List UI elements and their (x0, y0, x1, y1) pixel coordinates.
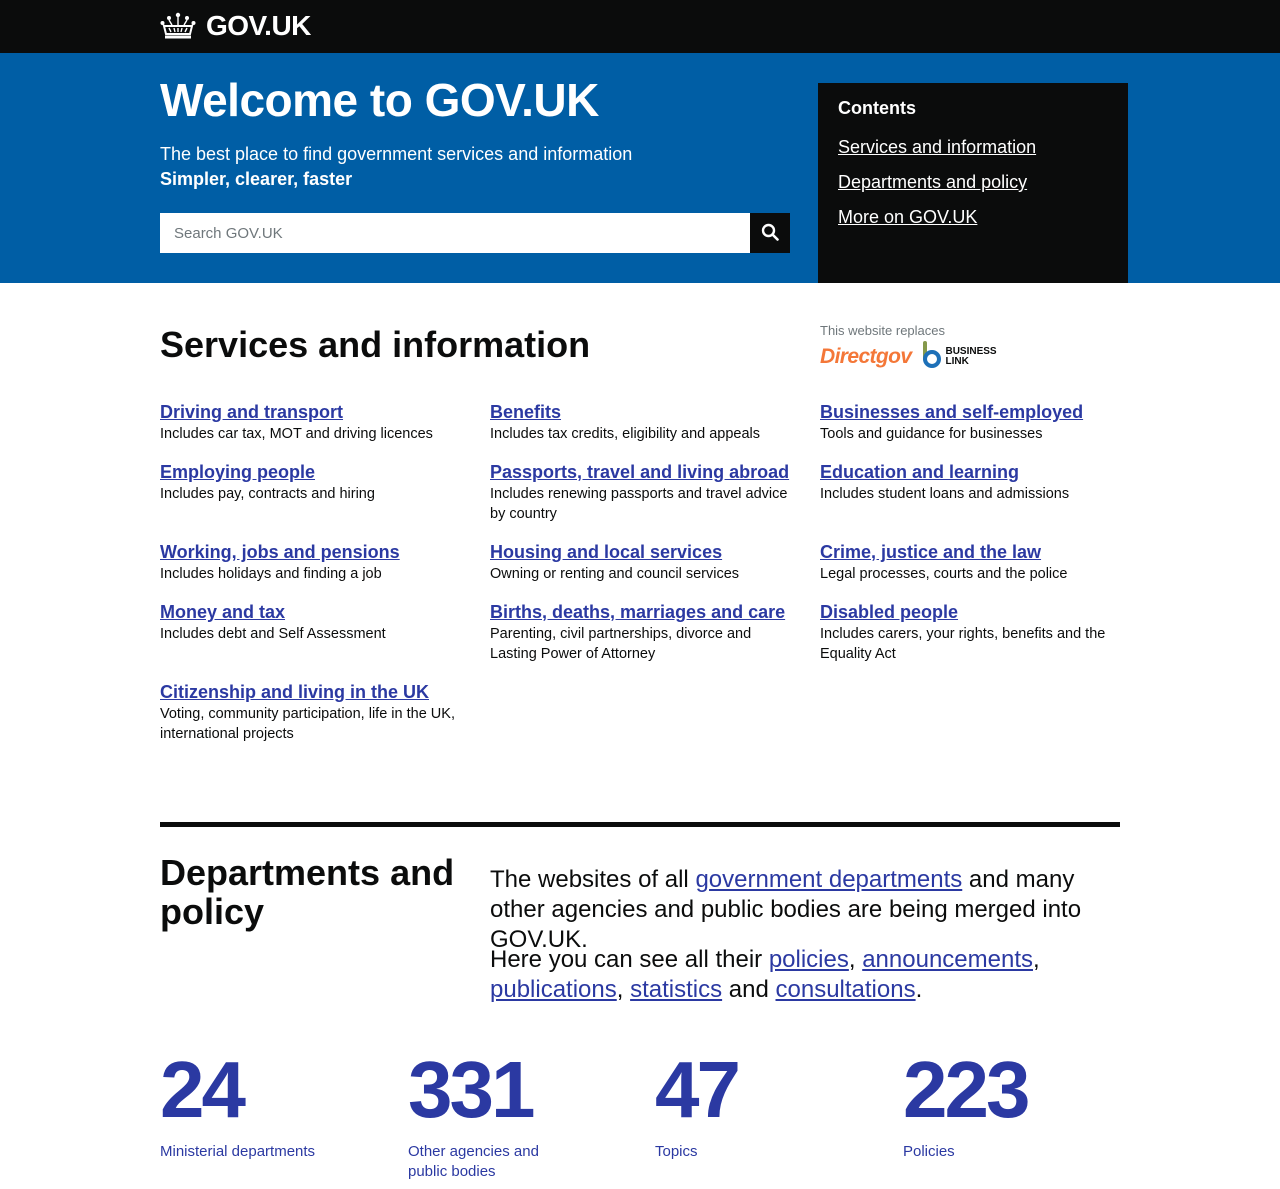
stat-number: 331 (408, 1045, 535, 1134)
service-link[interactable]: Employing people (160, 461, 460, 483)
service-desc: Includes carers, your rights, benefits a… (820, 626, 1106, 662)
search-input[interactable] (160, 213, 750, 253)
site-header: GOV.UK (0, 0, 1280, 53)
stat-label: Policies (903, 1143, 955, 1160)
page-title: Welcome to GOV.UK (160, 74, 599, 126)
service-desc: Tools and guidance for businesses (820, 426, 1043, 442)
service-link[interactable]: Housing and local services (490, 541, 790, 563)
section-divider (160, 822, 1120, 827)
service-link[interactable]: Driving and transport (160, 401, 460, 423)
stat-ministerial-departments[interactable]: 24 Ministerial departments (160, 1050, 360, 1162)
hero-subtitle: The best place to find government servic… (160, 144, 633, 164)
service-desc: Includes pay, contracts and hiring (160, 486, 375, 502)
business-link-mark-icon (921, 340, 943, 374)
service-desc: Legal processes, courts and the police (820, 566, 1068, 582)
business-link-logo: BUSINESS LINK (921, 340, 997, 374)
hero-tagline: Simpler, clearer, faster (160, 169, 353, 189)
replaces-label: This website replaces (820, 323, 945, 338)
service-desc: Includes student loans and admissions (820, 486, 1070, 502)
stat-label: Topics (655, 1143, 698, 1160)
service-link[interactable]: Births, deaths, marriages and care (490, 601, 790, 623)
stat-policies[interactable]: 223 Policies (903, 1050, 1103, 1162)
departments-heading: Departments and policy (160, 852, 455, 932)
service-item: Driving and transport Includes car tax, … (160, 401, 460, 444)
stat-topics[interactable]: 47 Topics (655, 1050, 855, 1162)
service-desc: Includes car tax, MOT and driving licenc… (160, 426, 433, 442)
search-form (160, 213, 790, 253)
service-desc: Includes debt and Self Assessment (160, 626, 386, 642)
service-link[interactable]: Citizenship and living in the UK (160, 681, 460, 703)
service-item: Crime, justice and the law Legal process… (820, 541, 1120, 584)
services-heading: Services and information (160, 324, 591, 365)
service-link[interactable]: Disabled people (820, 601, 1120, 623)
logo-text: GOV.UK (206, 10, 311, 41)
service-item: Passports, travel and living abroad Incl… (490, 461, 790, 524)
service-desc: Owning or renting and council services (490, 566, 740, 582)
service-link[interactable]: Businesses and self-employed (820, 401, 1120, 423)
service-item: Births, deaths, marriages and care Paren… (490, 601, 790, 664)
service-item: Citizenship and living in the UK Voting,… (160, 681, 460, 744)
service-item: Education and learning Includes student … (820, 461, 1120, 504)
contents-link-services[interactable]: Services and information (838, 136, 1108, 158)
govuk-logo-link[interactable]: GOV.UK (160, 10, 311, 42)
stat-other-agencies[interactable]: 331 Other agencies and public bodies (408, 1050, 568, 1182)
directgov-logo: Directgov (820, 345, 912, 368)
stat-number: 223 (903, 1045, 1030, 1134)
service-link[interactable]: Benefits (490, 401, 790, 423)
consultations-link[interactable]: consultations (776, 976, 916, 1003)
stat-number: 47 (655, 1045, 741, 1134)
service-link[interactable]: Working, jobs and pensions (160, 541, 460, 563)
service-item: Working, jobs and pensions Includes holi… (160, 541, 460, 584)
service-desc: Includes renewing passports and travel a… (490, 486, 788, 522)
statistics-link[interactable]: statistics (630, 976, 722, 1003)
service-item: Employing people Includes pay, contracts… (160, 461, 460, 504)
service-desc: Includes holidays and finding a job (160, 566, 382, 582)
service-desc: Voting, community participation, life in… (160, 706, 455, 742)
service-item: Benefits Includes tax credits, eligibili… (490, 401, 790, 444)
service-desc: Includes tax credits, eligibility and ap… (490, 426, 761, 442)
stat-label: Ministerial departments (160, 1143, 316, 1160)
departments-intro: The websites of all government departmen… (490, 866, 1082, 953)
hero-banner: Welcome to GOV.UK The best place to find… (0, 53, 1280, 283)
service-link[interactable]: Passports, travel and living abroad (490, 461, 790, 483)
contents-title: Contents (838, 98, 916, 118)
contents-link-more[interactable]: More on GOV.UK (838, 206, 1108, 228)
publications-link[interactable]: publications (490, 976, 617, 1003)
service-desc: Parenting, civil partnerships, divorce a… (490, 626, 752, 662)
announcements-link[interactable]: announcements (862, 946, 1033, 973)
stat-number: 24 (160, 1045, 246, 1134)
contents-link-departments[interactable]: Departments and policy (838, 171, 1108, 193)
service-item: Businesses and self-employed Tools and g… (820, 401, 1120, 444)
policies-link[interactable]: policies (769, 946, 849, 973)
stat-label: Other agencies and public bodies (408, 1143, 539, 1180)
contents-panel: Contents Services and information Depart… (818, 83, 1128, 283)
search-icon (761, 223, 779, 244)
crown-icon (160, 12, 196, 40)
service-link[interactable]: Education and learning (820, 461, 1120, 483)
replaced-sites-logos: Directgov BUSINESS LINK (820, 340, 997, 374)
government-departments-link[interactable]: government departments (695, 866, 962, 893)
search-button[interactable] (750, 213, 790, 253)
departments-links-paragraph: Here you can see all their policies, ann… (490, 946, 1040, 1003)
service-item: Money and tax Includes debt and Self Ass… (160, 601, 460, 644)
service-item: Disabled people Includes carers, your ri… (820, 601, 1120, 664)
business-link-text: BUSINESS LINK (945, 346, 997, 367)
service-item: Housing and local services Owning or ren… (490, 541, 790, 584)
service-link[interactable]: Crime, justice and the law (820, 541, 1120, 563)
service-link[interactable]: Money and tax (160, 601, 460, 623)
